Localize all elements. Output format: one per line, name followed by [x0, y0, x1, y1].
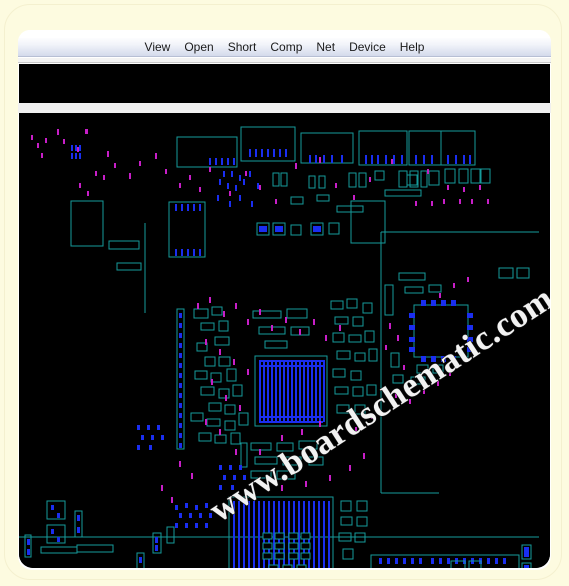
pcb-canvas[interactable]: www.boardschematic.com [19, 113, 550, 568]
menu-item-short[interactable]: Short [221, 38, 264, 56]
menu-item-comp[interactable]: Comp [263, 38, 309, 56]
menu-item-view[interactable]: View [138, 38, 178, 56]
menu-item-device[interactable]: Device [342, 38, 393, 56]
menu-bar: View Open Short Comp Net Device Help [18, 38, 551, 57]
toolbar-strip[interactable] [19, 64, 550, 103]
page-root: View Open Short Comp Net Device Help www… [0, 0, 569, 586]
application-window: View Open Short Comp Net Device Help www… [18, 30, 551, 570]
toolbar-canvas-gap [18, 103, 551, 113]
menu-item-help[interactable]: Help [393, 38, 432, 56]
pcb-layout-drawing [19, 113, 550, 568]
menu-item-net[interactable]: Net [309, 38, 342, 56]
menu-bar-separator [18, 58, 551, 63]
title-bar [18, 30, 551, 38]
menu-item-open[interactable]: Open [177, 38, 220, 56]
